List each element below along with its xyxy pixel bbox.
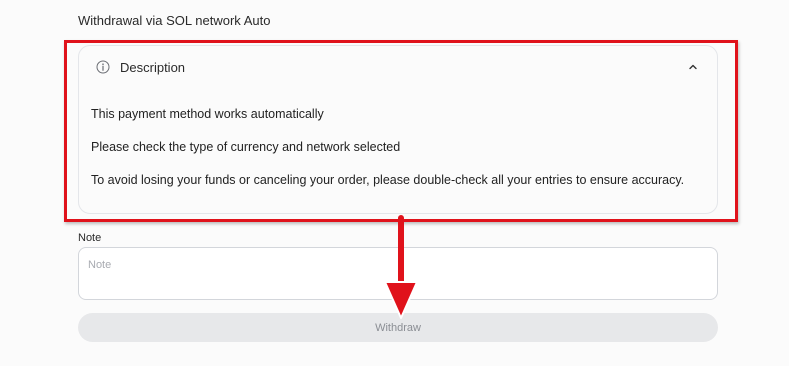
withdraw-button[interactable]: Withdraw: [78, 313, 718, 342]
chevron-up-icon[interactable]: [687, 61, 699, 73]
description-title: Description: [120, 60, 186, 75]
description-line-check-currency: Please check the type of currency and ne…: [91, 140, 401, 154]
description-line-double-check: To avoid losing your funds or canceling …: [91, 173, 685, 187]
page-heading: Withdrawal via SOL network Auto: [78, 13, 271, 28]
note-label: Note: [78, 232, 102, 244]
note-input[interactable]: [78, 247, 718, 300]
info-circle-icon: [96, 60, 110, 74]
description-line-automatic: This payment method works automatically: [91, 107, 324, 121]
description-header[interactable]: Description: [79, 46, 717, 90]
description-panel: Description This payment method works au…: [78, 45, 718, 214]
